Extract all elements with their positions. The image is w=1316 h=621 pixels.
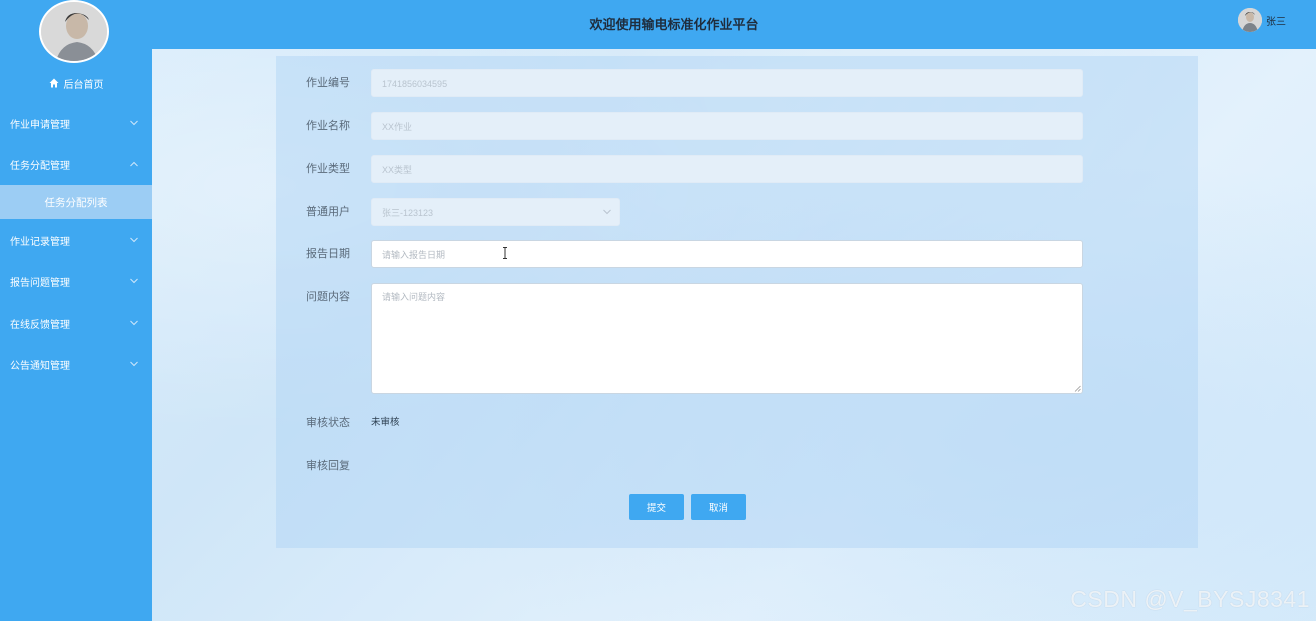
sidebar-subitem-task-list[interactable]: 任务分配列表 — [0, 185, 152, 219]
chevron-down-icon — [130, 237, 138, 243]
user-avatar-image — [1238, 8, 1262, 32]
sidebar-item-label: 在线反馈管理 — [10, 319, 70, 331]
sidebar-item-job-application[interactable]: 作业申请管理 — [0, 105, 152, 141]
job-number-field: 1741856034595 — [371, 69, 1083, 97]
review-reply-label: 审核回复 — [306, 459, 350, 472]
issue-content-textarea[interactable]: 请输入问题内容 — [371, 283, 1083, 394]
top-header: 欢迎使用输电标准化作业平台 张三 — [152, 0, 1316, 49]
chevron-down-icon — [130, 361, 138, 367]
report-date-label: 报告日期 — [306, 247, 350, 260]
home-icon — [49, 78, 58, 88]
chevron-down-icon — [130, 320, 138, 326]
submit-button[interactable]: 提交 — [629, 494, 684, 520]
report-date-input[interactable]: 请输入报告日期 — [371, 240, 1083, 268]
issue-content-placeholder: 请输入问题内容 — [382, 292, 446, 302]
chevron-down-icon — [130, 120, 138, 126]
job-name-label: 作业名称 — [306, 119, 350, 132]
user-name: 张三 — [1266, 16, 1286, 28]
user-label: 普通用户 — [306, 205, 350, 218]
cancel-button[interactable]: 取消 — [691, 494, 746, 520]
avatar-image — [41, 2, 107, 61]
sidebar-subitem-label: 任务分配列表 — [44, 196, 108, 209]
resize-grip-icon[interactable] — [1074, 385, 1081, 392]
sidebar: 后台首页 作业申请管理 任务分配管理 任务分配列表 作业记录管理 报告问题管理 … — [0, 0, 152, 621]
chevron-down-icon — [603, 209, 611, 215]
user-select: 张三-123123 — [371, 198, 620, 226]
sidebar-item-label: 作业申请管理 — [10, 119, 70, 131]
review-status-value: 未审核 — [371, 417, 400, 428]
sidebar-item-job-records[interactable]: 作业记录管理 — [0, 222, 152, 258]
sidebar-item-label: 作业记录管理 — [10, 236, 70, 248]
text-cursor-icon — [503, 247, 507, 259]
sidebar-item-announcements[interactable]: 公告通知管理 — [0, 346, 152, 382]
sidebar-item-task-assignment[interactable]: 任务分配管理 — [0, 146, 152, 182]
page-title: 欢迎使用输电标准化作业平台 — [589, 18, 759, 33]
user-avatar — [1238, 8, 1262, 32]
home-link[interactable]: 后台首页 — [0, 73, 152, 93]
sidebar-item-online-feedback[interactable]: 在线反馈管理 — [0, 305, 152, 341]
issue-content-label: 问题内容 — [306, 290, 350, 303]
sidebar-item-label: 报告问题管理 — [10, 277, 70, 289]
sidebar-item-label: 公告通知管理 — [10, 360, 70, 372]
chevron-down-icon — [130, 278, 138, 284]
review-status-label: 审核状态 — [306, 416, 350, 429]
user-menu[interactable]: 张三 — [1238, 8, 1286, 32]
user-select-value: 张三-123123 — [382, 208, 434, 218]
job-type-field: XX类型 — [371, 155, 1083, 183]
sidebar-item-report-issues[interactable]: 报告问题管理 — [0, 263, 152, 299]
sidebar-item-label: 任务分配管理 — [10, 160, 70, 172]
job-name-field: XX作业 — [371, 112, 1083, 140]
avatar[interactable] — [39, 0, 109, 63]
job-type-label: 作业类型 — [306, 162, 350, 175]
watermark: CSDN @V_BYSJ8341 — [1070, 586, 1310, 612]
job-number-label: 作业编号 — [306, 76, 350, 89]
home-label: 后台首页 — [63, 79, 104, 91]
chevron-up-icon — [130, 161, 138, 167]
form-panel: 作业编号 1741856034595 作业名称 XX作业 作业类型 XX类型 普… — [276, 56, 1198, 548]
